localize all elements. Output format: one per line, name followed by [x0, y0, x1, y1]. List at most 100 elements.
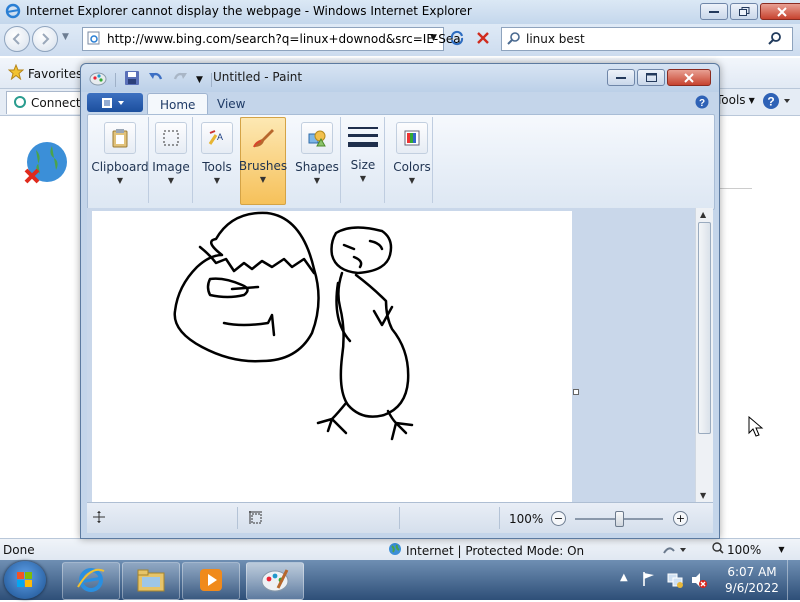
- search-button[interactable]: [768, 31, 782, 48]
- taskbar-windows-explorer[interactable]: [122, 562, 180, 600]
- redo-icon[interactable]: [172, 70, 188, 89]
- vertical-scrollbar[interactable]: ▲ ▼: [695, 208, 713, 502]
- brushes-group[interactable]: Brushes ▼: [238, 117, 288, 205]
- internet-explorer-icon: [76, 565, 106, 598]
- tools-group[interactable]: A Tools ▼: [194, 117, 241, 203]
- colors-label: Colors: [393, 160, 431, 174]
- undo-icon[interactable]: [148, 70, 164, 89]
- tab-view[interactable]: View: [205, 93, 257, 114]
- drawing-canvas[interactable]: [92, 211, 572, 502]
- mouse-pointer-icon: [748, 415, 764, 441]
- shapes-group[interactable]: Shapes ▼: [294, 117, 341, 203]
- blob-figure-eye-line: [230, 285, 260, 291]
- paint-minimize-button[interactable]: [607, 69, 635, 86]
- address-dropdown-icon[interactable]: ▼: [430, 33, 437, 43]
- compatibility-refresh-button[interactable]: [446, 27, 468, 49]
- chevron-down-icon: ▼: [213, 176, 221, 185]
- scroll-up-icon[interactable]: ▲: [700, 210, 706, 219]
- ie-minimize-button[interactable]: [700, 3, 728, 20]
- size-group[interactable]: Size ▼: [342, 117, 385, 203]
- start-button[interactable]: [4, 561, 46, 599]
- paint-maximize-button[interactable]: [637, 69, 665, 86]
- tab-connecting[interactable]: Connecti: [6, 91, 91, 114]
- search-input[interactable]: linux best: [526, 32, 585, 46]
- customize-qat-icon[interactable]: ▼: [196, 75, 203, 85]
- tall-figure-body: [337, 271, 410, 418]
- scroll-down-icon[interactable]: ▼: [700, 491, 706, 500]
- paint-help-icon[interactable]: ?: [695, 95, 709, 112]
- ie-help-button[interactable]: ?: [762, 91, 792, 114]
- tab-home[interactable]: Home: [147, 93, 209, 115]
- image-group[interactable]: Image ▼: [150, 117, 193, 203]
- select-icon: [155, 122, 187, 154]
- clipboard-label: Clipboard: [91, 160, 149, 174]
- size-label: Size: [350, 158, 376, 172]
- shapes-icon: [301, 122, 333, 154]
- search-box[interactable]: linux best: [501, 27, 793, 51]
- system-tray: ▲ 6:07 AM 9/6/2022: [616, 560, 800, 600]
- ie-close-button[interactable]: [760, 3, 800, 20]
- image-label: Image: [152, 160, 190, 174]
- taskbar-internet-explorer[interactable]: [62, 562, 120, 600]
- taskbar-media-player[interactable]: [182, 562, 240, 600]
- zoom-icon: [712, 542, 724, 557]
- ie-zoom-text: 100%: [727, 542, 762, 557]
- paint-close-button[interactable]: [667, 69, 711, 86]
- globe-icon: [388, 542, 402, 559]
- colors-icon: [396, 122, 428, 154]
- zone-text: Internet | Protected Mode: On: [406, 543, 585, 558]
- zoom-in-button[interactable]: +: [673, 511, 688, 526]
- clock-date: 9/6/2022: [725, 581, 779, 595]
- action-center-flag-icon[interactable]: [642, 571, 656, 590]
- paint-menu-button[interactable]: [87, 93, 143, 112]
- quick-access-toolbar: ▼: [89, 70, 212, 89]
- tools-menu-button[interactable]: Tools ▼: [716, 93, 755, 107]
- address-url[interactable]: http://www.bing.com/search?q=linux+downo…: [107, 32, 461, 46]
- address-bar[interactable]: http://www.bing.com/search?q=linux+downo…: [82, 27, 461, 51]
- taskbar: ▲ 6:07 AM 9/6/2022: [0, 560, 800, 600]
- chevron-down-icon: ▼: [259, 175, 267, 184]
- ribbon: Clipboard ▼ Image ▼ A Tools ▼ Brushes ▼ …: [87, 114, 715, 210]
- chevron-down-icon: ▼: [359, 174, 367, 183]
- save-icon[interactable]: [124, 70, 140, 89]
- zoom-out-button[interactable]: −: [551, 511, 566, 526]
- svg-text:?: ?: [699, 98, 705, 109]
- scroll-thumb[interactable]: [698, 222, 711, 434]
- clipboard-group[interactable]: Clipboard ▼: [91, 117, 149, 203]
- chevron-down-icon: ▼: [116, 176, 124, 185]
- chevron-down-icon: ▼: [408, 176, 416, 185]
- favorites-button[interactable]: Favorites: [7, 63, 82, 83]
- brushes-label: Brushes: [238, 159, 288, 173]
- tab-label: Connecti: [31, 96, 84, 110]
- freehand-drawing: [173, 211, 414, 441]
- tall-figure-left-foot: [316, 401, 348, 435]
- paint-status-bar: 100% − +: [87, 502, 713, 533]
- recent-pages-icon[interactable]: ▼: [62, 32, 69, 42]
- back-button[interactable]: [4, 26, 30, 52]
- taskbar-paint[interactable]: [246, 562, 304, 600]
- ie-logo-icon: [5, 3, 21, 22]
- ie-navigation-bar: ▼ http://www.bing.com/search?q=linux+dow…: [0, 24, 800, 56]
- stop-button[interactable]: [472, 27, 494, 49]
- paint-app-icon[interactable]: [89, 70, 107, 89]
- chevron-down-icon: ▼: [748, 95, 755, 105]
- ie-title-bar: Internet Explorer cannot display the web…: [0, 0, 800, 24]
- ie-zoom-button[interactable]: 100% ▼: [712, 542, 784, 557]
- canvas-resize-handle[interactable]: [573, 389, 579, 395]
- security-zone[interactable]: Internet | Protected Mode: On: [388, 542, 584, 559]
- volume-muted-icon[interactable]: [690, 571, 708, 592]
- zoom-slider-thumb[interactable]: [615, 511, 624, 527]
- status-separator: [237, 507, 238, 529]
- clock[interactable]: 6:07 AM 9/6/2022: [712, 564, 792, 596]
- network-icon[interactable]: [666, 571, 684, 592]
- paint-window-title: Untitled - Paint: [213, 70, 303, 84]
- bing-search-icon: [507, 31, 521, 48]
- colors-group[interactable]: Colors ▼: [392, 117, 433, 203]
- forward-button[interactable]: [32, 26, 58, 52]
- popup-blocker-icon[interactable]: [662, 543, 688, 560]
- paint-window: ▼ Untitled - Paint Home View ? Clipboard…: [80, 63, 720, 539]
- tray-expand-icon[interactable]: ▲: [620, 572, 628, 583]
- ie-restore-button[interactable]: [730, 3, 758, 20]
- tools-label: Tools: [716, 93, 746, 107]
- show-desktop-button[interactable]: [787, 560, 800, 600]
